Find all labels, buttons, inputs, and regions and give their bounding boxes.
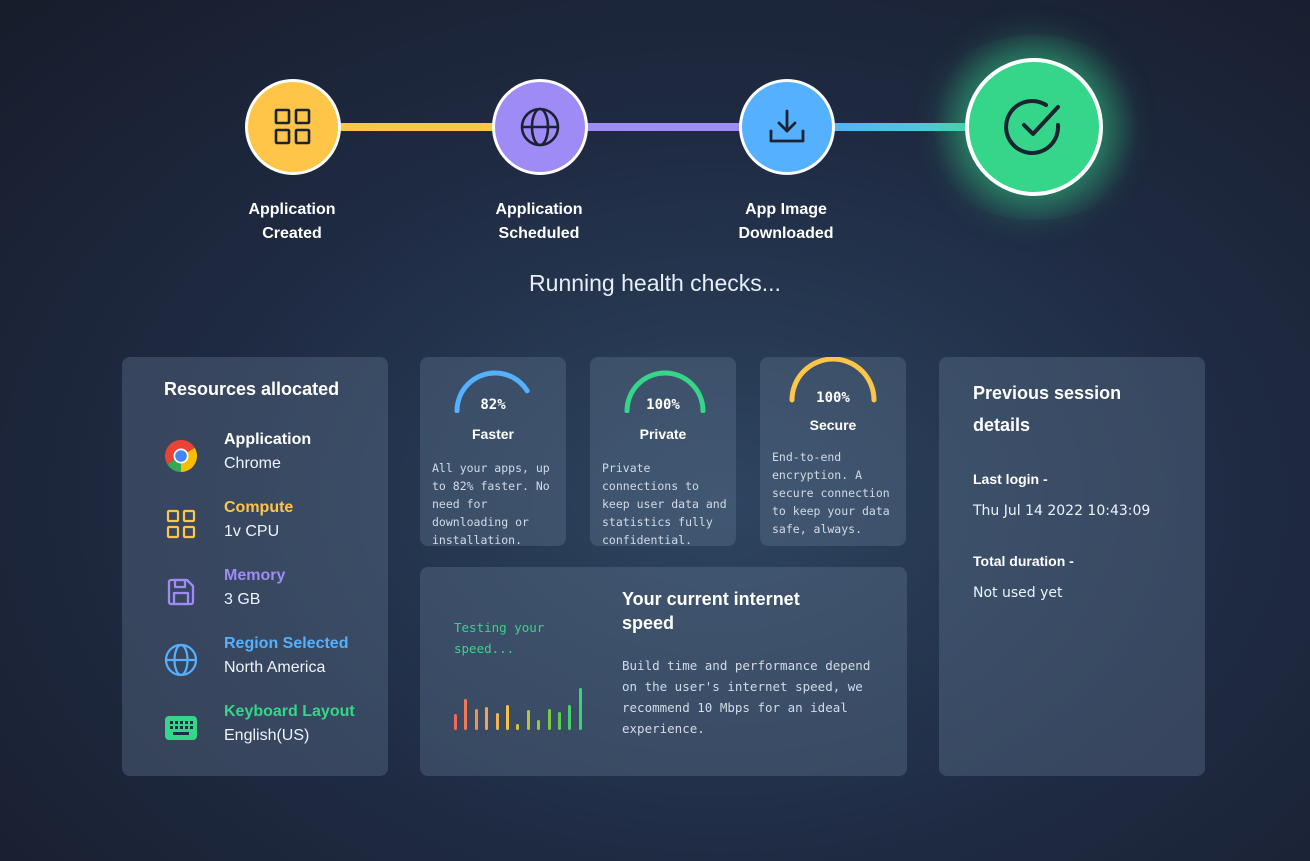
feature-description: Private connections to keep user data an… [602,461,727,547]
step-label-line: Scheduled [498,225,580,242]
speed-bar [537,720,540,730]
resources-title: Resources allocated [164,379,340,399]
speed-bar [516,724,519,730]
feature-description: End-to-end encryption. A secure connecti… [772,450,890,536]
status-message: Running health checks... [529,270,781,296]
resource-memory: Memory 3 GB [162,567,382,615]
speed-bar [454,714,457,730]
speed-description: Build time and performance depend on the… [622,658,871,736]
speed-bar [464,699,467,730]
resource-value: North America [224,659,326,676]
grid-icon [162,505,200,543]
resources-card: Resources allocated Application Chrome C… [122,357,388,776]
download-icon [769,109,805,143]
speed-bar [579,688,582,730]
feature-title: Faster [471,426,515,442]
speed-test-status: Testing your speed... [454,620,545,656]
step-label-line: Application [248,201,336,218]
previous-session-card: Previous session details Last login - Th… [939,357,1205,776]
resource-label: Region Selected [224,635,349,652]
gauge-percent: 82% [480,397,506,413]
feature-title: Secure [809,417,857,433]
step-application-scheduled [492,79,588,175]
session-title: Previous session details [973,383,1122,435]
step-label-line: Downloaded [738,225,834,242]
feature-title: Private [639,426,687,442]
resource-label: Keyboard Layout [224,703,355,720]
step-application-created [245,79,341,175]
speed-bar [548,709,551,730]
last-login-label: Last login - [973,471,1048,487]
chrome-icon [162,437,200,475]
step-connector-2 [583,123,745,131]
resource-label: Application [224,431,312,448]
step-app-image-downloaded [739,79,835,175]
internet-speed-card: Testing your speed... Your current inter… [420,567,907,776]
globe-icon [162,641,200,679]
resource-application: Application Chrome [162,431,382,479]
speed-bar [485,707,488,730]
gauge-percent: 100% [646,397,680,413]
feature-card-faster: 82% Faster All your apps, up to 82% fast… [420,357,566,547]
grid-icon [274,108,311,145]
speed-title: Your current internet speed [622,589,800,633]
resource-label: Memory [224,567,286,584]
total-duration-label: Total duration - [973,553,1074,569]
feature-card-private: 100% Private Private connections to keep… [590,357,736,547]
gauge-percent: 100% [816,390,850,406]
feature-card-secure: 100% Secure End-to-end encryption. A sec… [760,357,906,546]
resource-value: Chrome [224,455,281,472]
resource-value: 1v CPU [224,523,280,540]
last-login-value: Thu Jul 14 2022 10:43:09 [973,503,1151,519]
step-label-line: Created [262,225,322,242]
speed-bar [506,705,509,730]
speed-bar [496,713,499,730]
resource-keyboard: Keyboard Layout English(US) [162,703,382,751]
speed-bar [558,712,561,730]
speed-bar [527,710,530,730]
resource-value: 3 GB [224,591,261,608]
step-connector-1 [335,123,497,131]
step-label-line: Application [495,201,583,218]
globe-icon [520,107,560,147]
resource-compute: Compute 1v CPU [162,499,382,547]
feature-description: All your apps, up to 82% faster. No need… [432,461,550,547]
step-label-created: Application Created [222,198,362,246]
resource-region: Region Selected North America [162,635,382,683]
resource-value: English(US) [224,727,310,744]
step-label-downloaded: App Image Downloaded [716,198,856,246]
resource-label: Compute [224,499,294,516]
floppy-disk-icon [162,573,200,611]
step-label-scheduled: Application Scheduled [469,198,609,246]
total-duration-value: Not used yet [973,585,1063,601]
step-label-line: App Image [745,201,827,218]
check-circle-icon [1004,99,1061,155]
keyboard-icon [162,709,200,747]
speed-bar [568,705,571,730]
step-health-check-active [965,58,1103,196]
speed-bar [475,709,478,730]
